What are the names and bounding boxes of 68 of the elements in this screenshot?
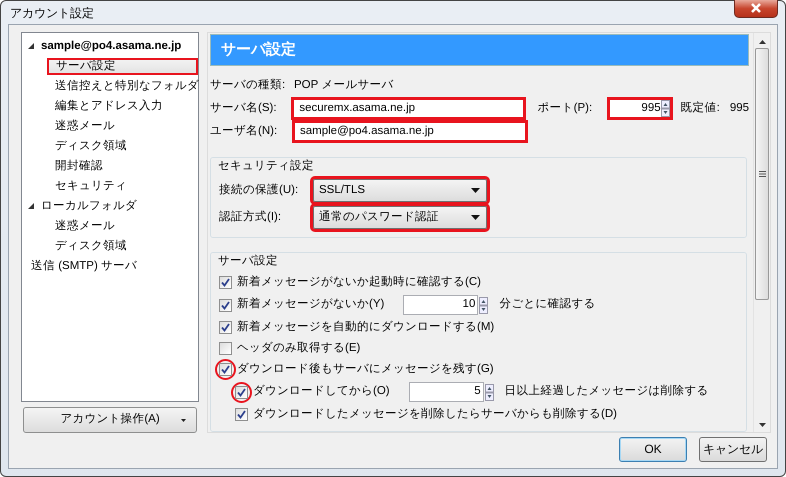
field-label: 接続の保護(U): [219,184,300,198]
tree-item[interactable]: 送信控えと特別なフォルダ [52,78,202,94]
checkbox-label: ヘッダのみ取得する(E) [237,342,360,356]
checkbox[interactable] [235,408,248,421]
number-field[interactable]: 10 [403,295,478,315]
checkbox-label: ダウンロードしたメッセージを削除したらサーバからも削除する(D) [253,408,617,422]
checkbox-label: 新着メッセージがないか(Y) [237,298,384,312]
tree-item[interactable]: ディスク領域 [52,238,130,254]
scroll-down-icon[interactable] [758,421,766,429]
number-field[interactable]: 5 [408,382,484,402]
caret-icon [181,419,186,422]
tree-item[interactable]: 編集とアドレス入力 [52,98,166,114]
close-button[interactable] [734,0,778,18]
dropdown-value: SSL/TLS [319,184,366,198]
checkbox-suffix-text: 日以上経過したメッセージは削除する [504,385,709,399]
tree-item[interactable]: 送信 (SMTP) サーバ [28,258,140,274]
spinner-arrows-icon[interactable] [484,384,494,400]
checkbox[interactable] [235,386,248,398]
tree-item[interactable]: サーバ設定 [48,58,197,74]
checkbox[interactable] [219,298,232,312]
checkbox[interactable] [219,342,232,355]
panel-heading: サーバ設定 [210,34,749,66]
checkbox[interactable] [219,321,232,334]
number-value: 10 [462,298,476,312]
checkbox-suffix-text: 分ごとに確認する [499,298,596,312]
dropdown[interactable]: 通常のパスワード認証 [313,206,487,230]
field-label: 認証方式(I): [219,210,282,225]
tree-item[interactable]: ローカルフォルダ [38,198,140,214]
number-value: 5 [474,385,481,399]
text-field[interactable]: sample@po4.asama.ne.jp [294,122,526,142]
tree-item[interactable]: 開封確認 [52,158,106,174]
checkbox-label: 新着メッセージを自動的にダウンロードする(M) [237,320,494,334]
checkbox-label: ダウンロード後もサーバにメッセージを残す(G) [237,362,494,376]
spinner-arrows-icon[interactable] [479,296,488,314]
dropdown-value: 通常のパスワード認証 [319,210,439,225]
dialog-button[interactable]: キャンセル [699,437,767,462]
expanded-arrow-icon[interactable] [26,201,36,212]
scroll-thumb[interactable] [755,48,769,300]
caret-icon [471,215,480,220]
window-title: アカウント設定 [9,6,94,20]
close-icon [750,3,762,14]
server-type-text: POP メールサーバ [294,79,394,93]
grip-icon [758,171,766,178]
field-label: サーバ名(S): [210,102,278,116]
checkbox[interactable] [219,276,232,289]
checkbox-label: ダウンロードしてから(O) [253,385,390,399]
dropdown[interactable]: SSL/TLS [313,179,487,202]
field-label: ポート(P): [538,102,594,116]
expanded-arrow-icon[interactable] [26,41,36,52]
tree-item[interactable]: sample@po4.asama.ne.jp [38,38,184,54]
dialog-button[interactable]: OK [619,437,687,462]
tree-item[interactable]: ディスク領域 [52,138,130,154]
checkbox[interactable] [219,363,232,376]
port-value: 995 [641,102,661,116]
spinner-arrows-icon[interactable] [660,100,670,118]
caret-icon [471,188,480,194]
tree-item[interactable]: 迷惑メール [52,118,118,134]
checkbox-label: 新着メッセージがないか起動時に確認する(C) [237,276,481,290]
default-label: 既定値: [680,102,720,116]
default-value: 995 [730,102,749,116]
account-actions-button[interactable]: アカウント操作(A) [23,407,197,433]
tree-item[interactable]: 迷惑メール [52,218,118,234]
port-field[interactable]: 995 [609,99,671,118]
field-label: ユーザ名(N): [210,125,278,139]
scrollbar[interactable] [753,33,770,432]
field-label: サーバの種類: [210,79,286,93]
tree-item[interactable]: セキュリティ [52,178,130,194]
text-field[interactable]: securemx.asama.ne.jp [293,99,524,118]
